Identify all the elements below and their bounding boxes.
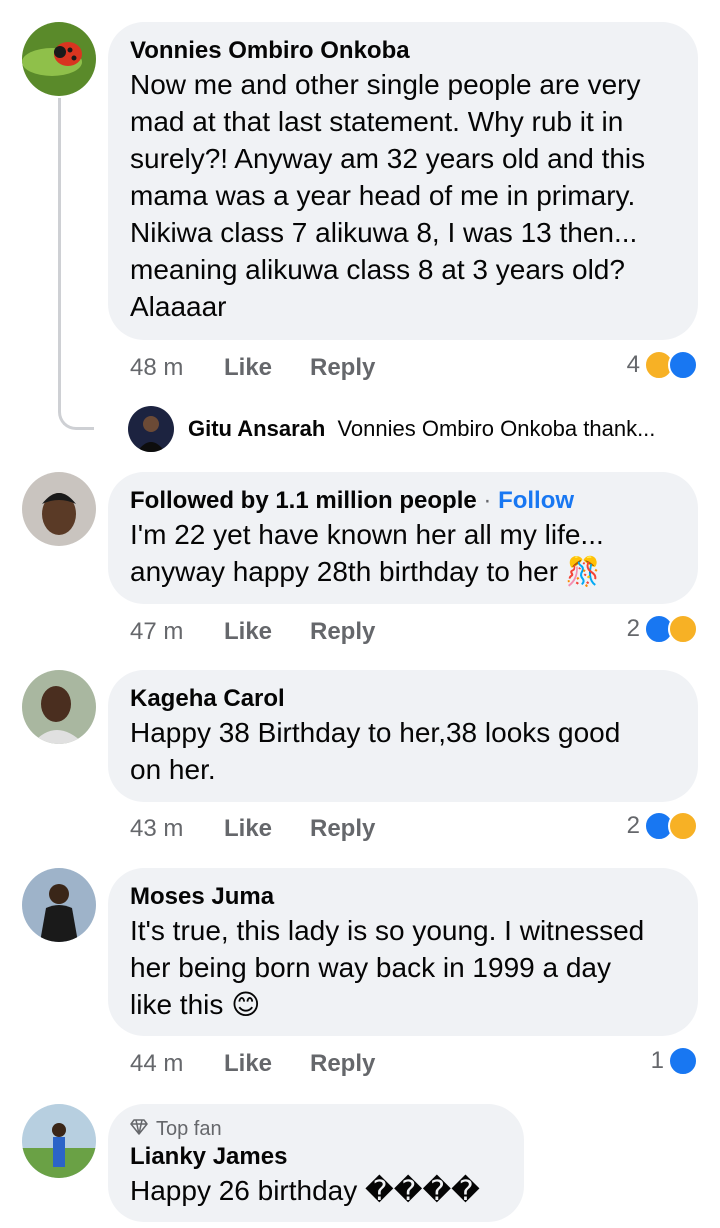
avatar[interactable] <box>22 670 96 744</box>
comment-author[interactable]: Moses Juma <box>130 882 676 912</box>
comment-time[interactable]: 47 m <box>130 618 183 646</box>
reply-button[interactable]: Reply <box>310 618 375 646</box>
comment-author[interactable]: Vonnies Ombiro Onkoba <box>130 36 676 66</box>
reply-text: Vonnies Ombiro Onkoba thank... <box>337 416 656 441</box>
reply-button[interactable]: Reply <box>310 815 375 843</box>
like-button[interactable]: Like <box>224 1050 272 1078</box>
comment-text: Now me and other single people are very … <box>130 69 646 322</box>
comment-time[interactable]: 48 m <box>130 354 183 382</box>
comment-bubble[interactable]: Moses Juma It's true, this lady is so yo… <box>108 868 698 1036</box>
like-button[interactable]: Like <box>224 815 272 843</box>
reactions[interactable]: 1 <box>651 1046 698 1076</box>
reply-button[interactable]: Reply <box>310 354 375 382</box>
like-reaction-icon <box>668 350 698 380</box>
comment-time[interactable]: 43 m <box>130 815 183 843</box>
avatar[interactable] <box>22 472 96 546</box>
reactions[interactable]: 2 <box>627 811 698 841</box>
reactions[interactable]: 2 <box>627 614 698 644</box>
reply-preview[interactable]: Gitu Ansarah Vonnies Ombiro Onkoba thank… <box>188 416 655 442</box>
like-button[interactable]: Like <box>224 618 272 646</box>
comment-text: I'm 22 yet have known her all my life...… <box>130 519 604 587</box>
comment-text: Happy 38 Birthday to her,38 looks good o… <box>130 717 621 785</box>
comment-author[interactable]: Kageha Carol <box>130 684 676 714</box>
avatar[interactable] <box>22 1104 96 1178</box>
follow-button[interactable]: Follow <box>498 487 574 514</box>
reaction-count: 2 <box>626 615 640 642</box>
reaction-count: 1 <box>650 1047 664 1074</box>
top-fan-badge: Top fan <box>130 1116 502 1142</box>
smile-emoji: 😊 <box>231 989 261 1020</box>
comment-bubble[interactable]: Followed by 1.1 million people · Follow … <box>108 472 698 604</box>
reply-avatar[interactable] <box>128 406 174 452</box>
avatar[interactable] <box>22 868 96 942</box>
reply-author[interactable]: Gitu Ansarah <box>188 416 325 441</box>
diamond-icon <box>130 1116 148 1142</box>
like-reaction-icon <box>668 1046 698 1076</box>
haha-reaction-icon <box>668 614 698 644</box>
comment-bubble[interactable]: Top fan Lianky James Happy 26 birthday �… <box>108 1104 524 1222</box>
reactions[interactable]: 4 <box>627 350 698 380</box>
like-button[interactable]: Like <box>224 354 272 382</box>
confetti-emoji: 🎊 <box>565 556 601 587</box>
haha-reaction-icon <box>668 811 698 841</box>
comment-time[interactable]: 44 m <box>130 1050 183 1078</box>
reaction-count: 2 <box>626 812 640 839</box>
reply-button[interactable]: Reply <box>310 1050 375 1078</box>
comment-bubble[interactable]: Kageha Carol Happy 38 Birthday to her,38… <box>108 670 698 802</box>
comment-author[interactable]: Lianky James <box>130 1142 502 1172</box>
reaction-count: 4 <box>626 351 640 378</box>
comment-text: Happy 26 birthday ���� <box>130 1175 480 1206</box>
comment-bubble[interactable]: Vonnies Ombiro Onkoba Now me and other s… <box>108 22 698 340</box>
comment-text: It's true, this lady is so young. I witn… <box>130 915 645 1020</box>
thread-line <box>58 98 94 430</box>
avatar[interactable] <box>22 22 96 96</box>
comment-author: Followed by 1.1 million people · Follow <box>130 487 575 514</box>
